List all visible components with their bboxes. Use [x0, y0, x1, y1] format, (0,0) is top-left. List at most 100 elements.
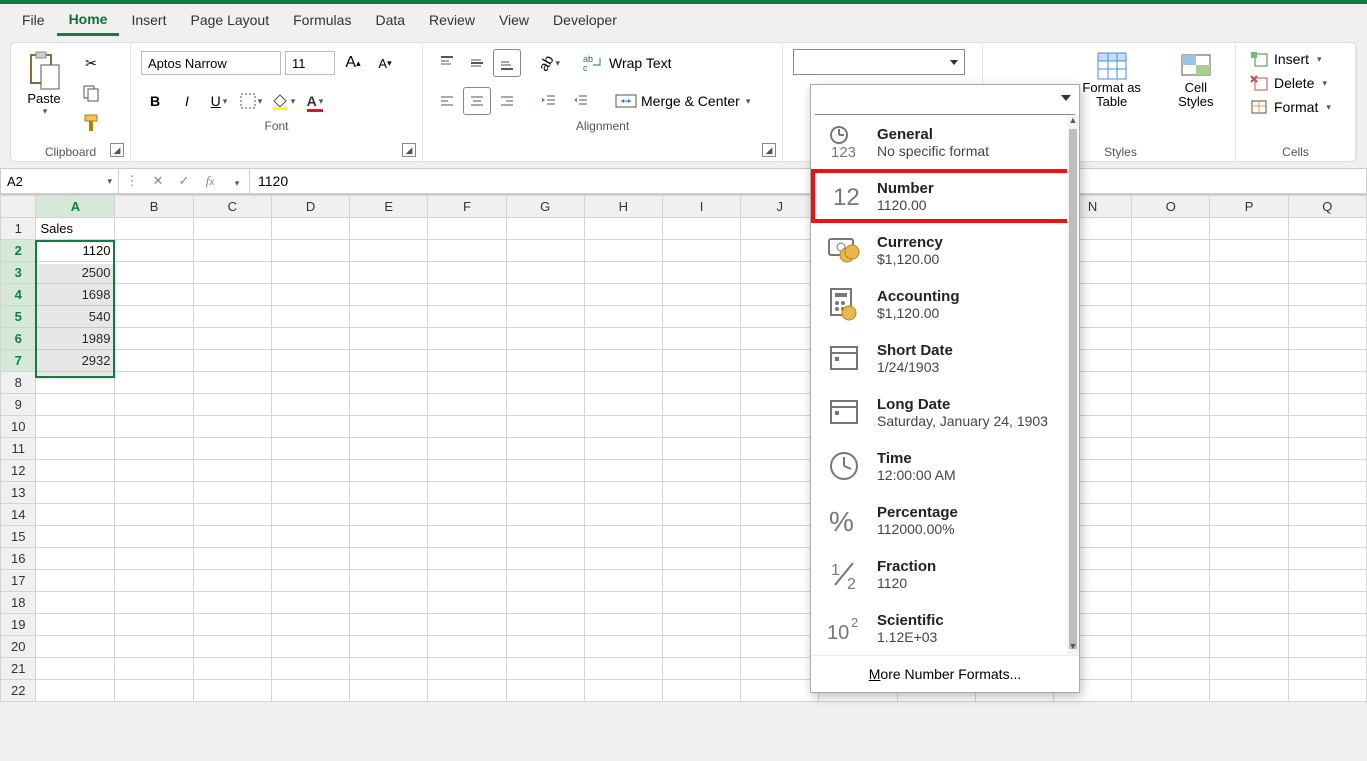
scroll-up-arrow[interactable]: ▲ [1067, 115, 1079, 129]
insert-function-split[interactable]: ⋮ [119, 173, 145, 189]
cell-G13[interactable] [506, 482, 584, 504]
cell-P4[interactable] [1210, 284, 1288, 306]
cell-H5[interactable] [584, 306, 662, 328]
cell-O5[interactable] [1132, 306, 1210, 328]
cell-O1[interactable] [1132, 218, 1210, 240]
fill-color-button[interactable]: ▾ [269, 87, 297, 115]
cell-I11[interactable] [662, 438, 740, 460]
cell-C4[interactable] [193, 284, 271, 306]
cell-D6[interactable] [271, 328, 349, 350]
cell-J5[interactable] [741, 306, 819, 328]
row-header-8[interactable]: 8 [1, 372, 36, 394]
cell-F17[interactable] [428, 570, 506, 592]
cell-E2[interactable] [350, 240, 428, 262]
cell-B20[interactable] [115, 636, 193, 658]
cell-J19[interactable] [741, 614, 819, 636]
cell-P11[interactable] [1210, 438, 1288, 460]
cell-D12[interactable] [271, 460, 349, 482]
cell-F5[interactable] [428, 306, 506, 328]
cell-I15[interactable] [662, 526, 740, 548]
formula-dropdown[interactable]: ▾ [223, 174, 249, 189]
col-header-H[interactable]: H [584, 196, 662, 218]
cell-B8[interactable] [115, 372, 193, 394]
cell-Q17[interactable] [1288, 570, 1366, 592]
increase-font-button[interactable]: A▴ [339, 49, 367, 77]
cell-Q16[interactable] [1288, 548, 1366, 570]
cell-E8[interactable] [350, 372, 428, 394]
cell-Q22[interactable] [1288, 680, 1366, 702]
cell-A9[interactable] [36, 394, 115, 416]
cell-B11[interactable] [115, 438, 193, 460]
menubar-item-data[interactable]: Data [363, 6, 417, 34]
menubar-item-developer[interactable]: Developer [541, 6, 629, 34]
cell-I17[interactable] [662, 570, 740, 592]
align-right-button[interactable] [493, 87, 521, 115]
cell-E12[interactable] [350, 460, 428, 482]
name-box[interactable]: A2 ▾ [1, 169, 119, 193]
cell-P2[interactable] [1210, 240, 1288, 262]
cell-F19[interactable] [428, 614, 506, 636]
cell-B7[interactable] [115, 350, 193, 372]
cell-E22[interactable] [350, 680, 428, 702]
cell-O6[interactable] [1132, 328, 1210, 350]
cell-Q3[interactable] [1288, 262, 1366, 284]
cell-J21[interactable] [741, 658, 819, 680]
cell-C17[interactable] [193, 570, 271, 592]
cell-I13[interactable] [662, 482, 740, 504]
cell-H16[interactable] [584, 548, 662, 570]
fx-button[interactable]: fx [197, 173, 223, 189]
cell-O9[interactable] [1132, 394, 1210, 416]
cell-P13[interactable] [1210, 482, 1288, 504]
align-top-button[interactable] [433, 49, 461, 77]
cell-J6[interactable] [741, 328, 819, 350]
cell-O18[interactable] [1132, 592, 1210, 614]
enter-formula-button[interactable]: ✓ [171, 173, 197, 189]
cell-O14[interactable] [1132, 504, 1210, 526]
cell-F4[interactable] [428, 284, 506, 306]
cell-H4[interactable] [584, 284, 662, 306]
cell-I1[interactable] [662, 218, 740, 240]
cell-I3[interactable] [662, 262, 740, 284]
cell-G7[interactable] [506, 350, 584, 372]
cell-O11[interactable] [1132, 438, 1210, 460]
cell-D13[interactable] [271, 482, 349, 504]
cell-G8[interactable] [506, 372, 584, 394]
cell-B10[interactable] [115, 416, 193, 438]
number-format-option-time[interactable]: Time12:00:00 AM [811, 439, 1079, 493]
cell-Q8[interactable] [1288, 372, 1366, 394]
cell-Q12[interactable] [1288, 460, 1366, 482]
cell-D8[interactable] [271, 372, 349, 394]
cell-C14[interactable] [193, 504, 271, 526]
cell-G22[interactable] [506, 680, 584, 702]
cell-I19[interactable] [662, 614, 740, 636]
cell-J10[interactable] [741, 416, 819, 438]
formula-input[interactable]: 1120 [249, 169, 1366, 193]
cell-A7[interactable]: 2932 [36, 350, 115, 372]
cell-G12[interactable] [506, 460, 584, 482]
cell-D2[interactable] [271, 240, 349, 262]
cell-H2[interactable] [584, 240, 662, 262]
cell-B19[interactable] [115, 614, 193, 636]
cell-C9[interactable] [193, 394, 271, 416]
cell-B4[interactable] [115, 284, 193, 306]
cell-B21[interactable] [115, 658, 193, 680]
row-header-19[interactable]: 19 [1, 614, 36, 636]
cell-D14[interactable] [271, 504, 349, 526]
cell-O21[interactable] [1132, 658, 1210, 680]
cell-I2[interactable] [662, 240, 740, 262]
cell-P10[interactable] [1210, 416, 1288, 438]
cell-H8[interactable] [584, 372, 662, 394]
row-header-5[interactable]: 5 [1, 306, 36, 328]
cell-B14[interactable] [115, 504, 193, 526]
row-header-1[interactable]: 1 [1, 218, 36, 240]
row-header-18[interactable]: 18 [1, 592, 36, 614]
cell-D19[interactable] [271, 614, 349, 636]
row-header-13[interactable]: 13 [1, 482, 36, 504]
cell-F8[interactable] [428, 372, 506, 394]
cell-O12[interactable] [1132, 460, 1210, 482]
cell-P19[interactable] [1210, 614, 1288, 636]
align-middle-button[interactable] [463, 49, 491, 77]
cell-F1[interactable] [428, 218, 506, 240]
cell-P18[interactable] [1210, 592, 1288, 614]
align-center-button[interactable] [463, 87, 491, 115]
